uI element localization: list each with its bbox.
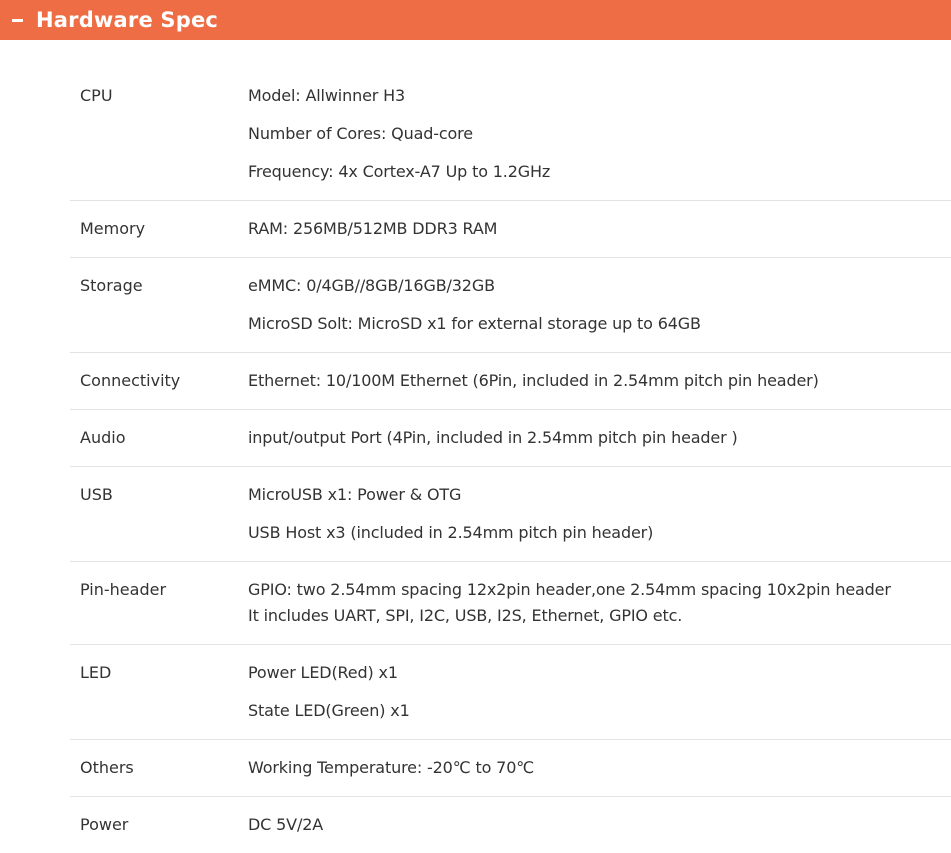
spec-value: GPIO: two 2.54mm spacing 12x2pin header,… <box>248 580 891 599</box>
spec-label: Others <box>80 758 134 777</box>
spec-values: MicroUSB x1: Power & OTG USB Host x3 (in… <box>248 467 951 561</box>
spec-label: Memory <box>80 219 146 238</box>
spec-row-others: Others Working Temperature: -20℃ to 70℃ <box>70 740 951 797</box>
spec-label: Storage <box>80 276 143 295</box>
hardware-spec-table: CPU Model: Allwinner H3 Number of Cores:… <box>70 68 951 853</box>
spec-values: Ethernet: 10/100M Ethernet (6Pin, includ… <box>248 353 951 409</box>
spec-value: State LED(Green) x1 <box>248 701 410 720</box>
spec-value: eMMC: 0/4GB//8GB/16GB/32GB <box>248 276 495 295</box>
spec-label: CPU <box>80 86 113 105</box>
spec-value: Number of Cores: Quad-core <box>248 124 473 143</box>
spec-values: RAM: 256MB/512MB DDR3 RAM <box>248 201 951 257</box>
spec-value: input/output Port (4Pin, included in 2.5… <box>248 428 738 447</box>
spec-row-storage: Storage eMMC: 0/4GB//8GB/16GB/32GB Micro… <box>70 258 951 353</box>
spec-row-pin-header: Pin-header GPIO: two 2.54mm spacing 12x2… <box>70 562 951 645</box>
spec-label: Audio <box>80 428 126 447</box>
spec-label: Connectivity <box>80 371 181 390</box>
spec-values: DC 5V/2A <box>248 797 951 853</box>
spec-values: Working Temperature: -20℃ to 70℃ <box>248 740 951 796</box>
spec-value: MicroUSB x1: Power & OTG <box>248 485 462 504</box>
spec-value: Power LED(Red) x1 <box>248 663 398 682</box>
spec-value: USB Host x3 (included in 2.54mm pitch pi… <box>248 523 654 542</box>
spec-row-led: LED Power LED(Red) x1 State LED(Green) x… <box>70 645 951 740</box>
section-header[interactable]: Hardware Spec <box>0 0 951 40</box>
spec-value: It includes UART, SPI, I2C, USB, I2S, Et… <box>248 606 683 625</box>
spec-values: input/output Port (4Pin, included in 2.5… <box>248 410 951 466</box>
spec-values: Power LED(Red) x1 State LED(Green) x1 <box>248 645 951 739</box>
spec-row-power: Power DC 5V/2A <box>70 797 951 853</box>
spec-value: MicroSD Solt: MicroSD x1 for external st… <box>248 314 701 333</box>
spec-values: Model: Allwinner H3 Number of Cores: Qua… <box>248 68 951 200</box>
spec-row-cpu: CPU Model: Allwinner H3 Number of Cores:… <box>70 68 951 201</box>
spec-row-usb: USB MicroUSB x1: Power & OTG USB Host x3… <box>70 467 951 562</box>
spec-row-audio: Audio input/output Port (4Pin, included … <box>70 410 951 467</box>
spec-label: USB <box>80 485 113 504</box>
section-title: Hardware Spec <box>36 8 219 32</box>
spec-value: Ethernet: 10/100M Ethernet (6Pin, includ… <box>248 371 819 390</box>
spec-value: Model: Allwinner H3 <box>248 86 406 105</box>
spec-values: eMMC: 0/4GB//8GB/16GB/32GB MicroSD Solt:… <box>248 258 951 352</box>
spec-value: DC 5V/2A <box>248 815 324 834</box>
spec-label: Pin-header <box>80 580 167 599</box>
spec-label: Power <box>80 815 129 834</box>
spec-value: Working Temperature: -20℃ to 70℃ <box>248 758 535 777</box>
spec-row-memory: Memory RAM: 256MB/512MB DDR3 RAM <box>70 201 951 258</box>
spec-value: RAM: 256MB/512MB DDR3 RAM <box>248 219 498 238</box>
spec-value: Frequency: 4x Cortex-A7 Up to 1.2GHz <box>248 162 551 181</box>
spec-row-connectivity: Connectivity Ethernet: 10/100M Ethernet … <box>70 353 951 410</box>
minus-icon[interactable] <box>12 18 23 22</box>
spec-label: LED <box>80 663 112 682</box>
spec-values: GPIO: two 2.54mm spacing 12x2pin header,… <box>248 562 951 644</box>
